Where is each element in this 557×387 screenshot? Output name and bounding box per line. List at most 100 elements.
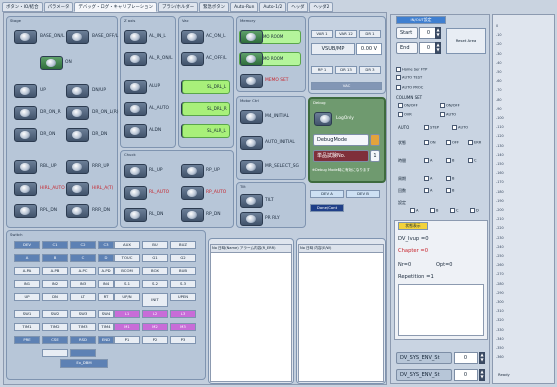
grid-button[interactable] (70, 349, 96, 357)
tab[interactable]: ボタン・IO/結合 (2, 2, 43, 12)
m4-initial-button[interactable] (240, 110, 263, 124)
rrr-up-button[interactable] (66, 160, 89, 174)
alarm-list[interactable]: No 日時(Name) アラーム内容(R_ERR) (210, 244, 292, 382)
up-button[interactable] (14, 84, 37, 98)
dr1-button[interactable]: DR 1 (359, 30, 381, 38)
grid-button[interactable]: M3 (170, 323, 196, 331)
var1-button[interactable]: VAR 1 (311, 30, 333, 38)
grid-button[interactable]: BUZ (170, 241, 196, 249)
on-button[interactable] (40, 56, 63, 70)
unit-test-select[interactable]: 単品試験No. (313, 150, 369, 162)
grid-button[interactable]: RT (98, 293, 114, 301)
col-checkbox[interactable]: ON/OFF (440, 103, 460, 108)
memo-set-button[interactable] (240, 74, 263, 88)
ac-off-button[interactable] (181, 52, 204, 66)
tilt-button[interactable] (240, 194, 263, 208)
al-auto-button[interactable] (124, 102, 147, 116)
col-checkbox[interactable]: AUTO (440, 112, 456, 117)
grid-button[interactable]: SW2 (42, 310, 68, 318)
tab-active[interactable]: デバッグ・ログ・キャリブレーション (74, 2, 157, 12)
done-cont-button[interactable]: Done/Cont (310, 204, 344, 212)
grid-button[interactable]: TIM4 (98, 323, 114, 331)
grid-button[interactable]: END (98, 336, 114, 344)
status-list[interactable] (398, 284, 484, 336)
row-checkbox[interactable]: A (424, 176, 432, 181)
grid-button[interactable]: UP (14, 293, 40, 301)
dr-dn-button[interactable] (66, 128, 89, 142)
dr-on-button[interactable] (14, 128, 37, 142)
grid-button[interactable]: BOX (142, 267, 168, 275)
rpl-dn-button[interactable] (14, 204, 37, 218)
grid-button[interactable]: L1 (114, 310, 140, 318)
row-checkbox[interactable]: B (446, 158, 454, 163)
grid-button[interactable]: SW3 (70, 310, 96, 318)
event-list[interactable]: No 日時 内容(E/W) (298, 244, 384, 382)
row-checkbox[interactable]: A (410, 208, 418, 213)
grid-button[interactable]: P1 (114, 336, 140, 344)
ex-dbm-button[interactable]: Ex_DBM (60, 359, 108, 368)
grid-button[interactable] (42, 349, 68, 357)
dr13-button[interactable]: DR 13 (335, 66, 357, 74)
grid-button[interactable]: A-PC (70, 267, 96, 275)
rp-up-button[interactable] (181, 164, 204, 178)
tab[interactable]: Auto-Run (230, 2, 259, 12)
grid-button[interactable]: G2 (170, 254, 196, 262)
sl-drl-l-indicator[interactable]: SL_DRL_L (182, 80, 230, 94)
row-checkbox[interactable]: B (446, 176, 454, 181)
sl-drl-r-indicator[interactable]: SL_DRL_R (182, 102, 230, 116)
sys-env-input-1[interactable]: 0 (454, 352, 478, 364)
grid-button[interactable]: M1 (114, 323, 140, 331)
grid-button[interactable]: TOUC (114, 254, 140, 262)
rl-auto-button[interactable] (124, 186, 147, 200)
row-checkbox[interactable]: B (446, 188, 454, 193)
al-r-on-button[interactable] (124, 52, 147, 66)
grid-button[interactable]: P3 (170, 336, 196, 344)
grid-button[interactable]: TIM2 (42, 323, 68, 331)
opt-checkbox[interactable]: AUTO TEST (396, 75, 422, 80)
tab[interactable]: Auto-1/2 (259, 2, 287, 12)
grid-button[interactable]: DN (42, 293, 68, 301)
grid-button[interactable]: UP/N (114, 293, 140, 301)
ac-on-button[interactable] (181, 30, 204, 44)
grid-button[interactable]: P2 (142, 336, 168, 344)
grid-button[interactable]: LT (70, 293, 96, 301)
grid-button[interactable]: A-PA (14, 267, 40, 275)
rl-up-button[interactable] (124, 164, 147, 178)
hirl-at-button[interactable] (66, 182, 89, 196)
tab[interactable]: パラメータ (43, 2, 74, 12)
opt-checkbox[interactable]: Home Ser FTP (396, 67, 427, 72)
pr-rly-button[interactable] (240, 212, 263, 226)
row-checkbox[interactable]: A (424, 158, 432, 163)
sys-env-spinner-2[interactable]: ▲ ▼ (479, 369, 485, 381)
grid-button[interactable]: RSD (70, 336, 96, 344)
grid-button[interactable]: PRE (14, 336, 40, 344)
col-checkbox[interactable]: ON/OFF (398, 103, 418, 108)
grid-button[interactable]: CSE (42, 336, 68, 344)
grid-button[interactable]: IN3 (70, 280, 96, 288)
grid-button[interactable]: IN1 (14, 280, 40, 288)
row-checkbox[interactable]: AUTO (452, 125, 468, 130)
row-checkbox[interactable]: B (430, 208, 438, 213)
grid-button[interactable]: TIM3 (70, 323, 96, 331)
al-in-button[interactable] (124, 30, 147, 44)
grid-button[interactable]: IN2 (42, 280, 68, 288)
grid-button[interactable]: BUB (170, 267, 196, 275)
grid-button[interactable]: B (42, 254, 68, 262)
grid-button[interactable]: C3 (98, 241, 114, 249)
base-off-button[interactable] (66, 30, 89, 44)
sys-env-input-2[interactable]: 0 (454, 369, 478, 381)
grid-button[interactable]: UPEN (170, 293, 196, 301)
opt-checkbox[interactable]: AUTO PROC (396, 85, 423, 90)
grid-button[interactable]: DEV (14, 241, 40, 249)
grid-button[interactable]: C (70, 254, 96, 262)
grid-button[interactable]: SW4 (98, 310, 114, 318)
grid-button[interactable]: S.1 (114, 280, 140, 288)
row-checkbox[interactable]: ON (424, 140, 436, 145)
row-checkbox[interactable]: C (468, 158, 477, 163)
debug-mode-button[interactable]: DebugMode (313, 134, 369, 146)
grid-button[interactable]: S.2 (142, 280, 168, 288)
tab[interactable]: ヘッダ2 (309, 2, 334, 12)
grid-button[interactable]: TIM1 (14, 323, 40, 331)
tab[interactable]: 緊急ボタン (199, 2, 230, 12)
grid-button[interactable]: A-PD (98, 267, 114, 275)
